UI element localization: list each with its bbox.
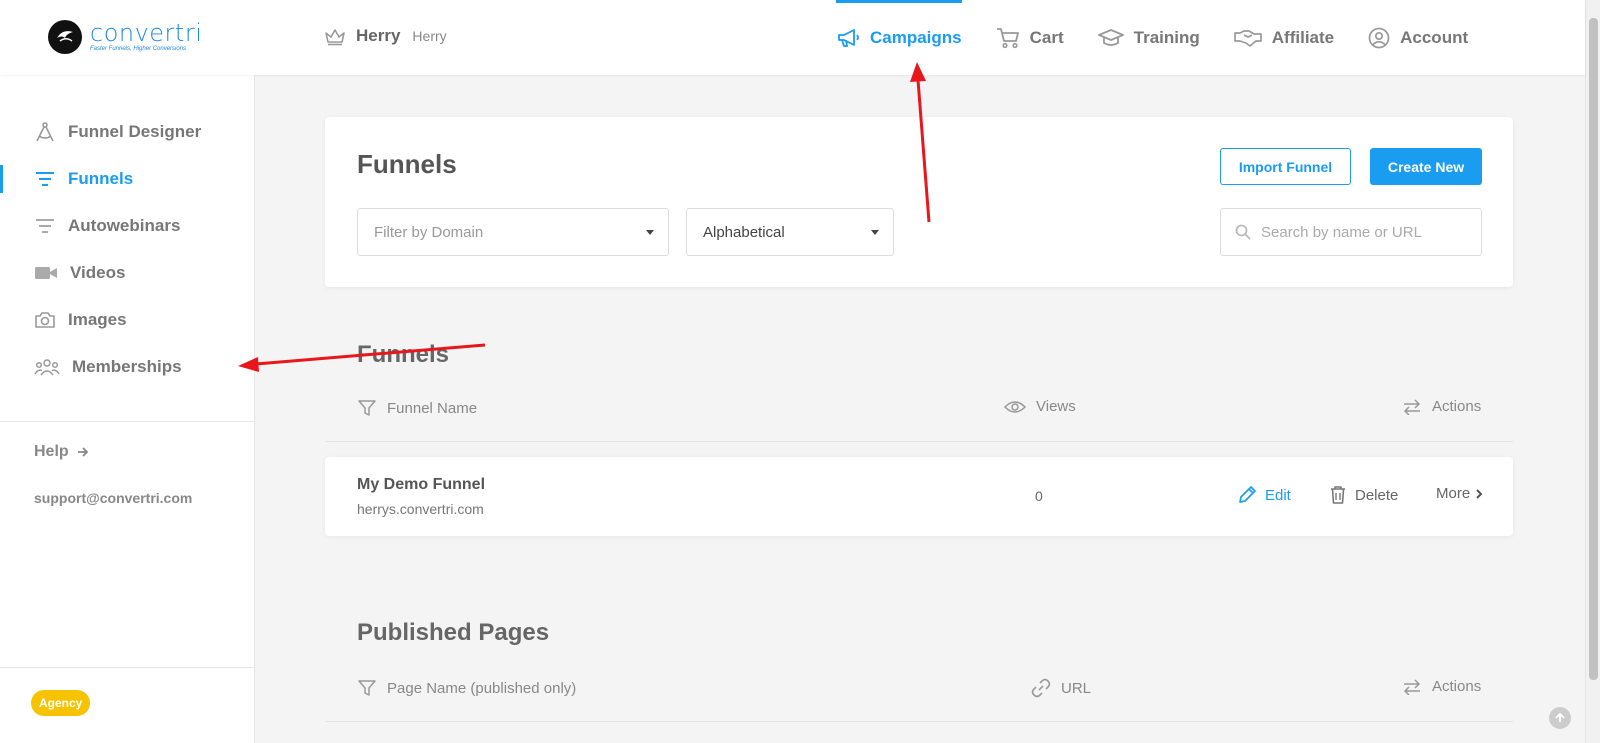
swap-arrows-icon (1403, 398, 1421, 415)
funnel-name[interactable]: My Demo Funnel (357, 476, 485, 494)
nav-training-label: Training (1133, 27, 1200, 47)
graduation-cap-icon (1097, 28, 1124, 46)
sidebar-item-videos[interactable]: Videos (0, 253, 255, 293)
sidebar-item-label: Videos (70, 263, 126, 282)
sidebar-item-funnel-designer[interactable]: Funnel Designer (0, 112, 255, 152)
nav-campaigns[interactable]: Campaigns (836, 0, 962, 75)
search-icon (1235, 224, 1251, 240)
sidebar-item-autowebinars[interactable]: Autowebinars (0, 206, 255, 246)
domain-filter-select[interactable]: Filter by Domain (357, 208, 669, 256)
user-menu[interactable]: Herry Herry (324, 26, 447, 46)
brand-logo[interactable]: convertri Faster Funnels, Higher Convers… (48, 20, 202, 54)
cart-icon (996, 27, 1019, 48)
arrow-up-icon (1555, 712, 1565, 722)
user-subtitle: Herry (412, 28, 447, 44)
nav-affiliate[interactable]: Affiliate (1233, 0, 1335, 75)
column-header-views: Views (1004, 398, 1076, 415)
nav-account[interactable]: Account (1368, 0, 1468, 75)
nav-training[interactable]: Training (1097, 0, 1200, 75)
user-circle-icon (1368, 27, 1390, 48)
caret-down-icon (871, 230, 879, 235)
table-divider (325, 721, 1513, 722)
funnels-section-title: Funnels (357, 341, 450, 368)
column-header-actions: Actions (1402, 398, 1481, 415)
funnel-views: 0 (1035, 488, 1043, 504)
user-name: Herry (356, 26, 401, 45)
create-new-button[interactable]: Create New (1370, 148, 1482, 185)
camera-icon (35, 312, 55, 328)
sidebar-divider (0, 667, 255, 668)
help-label: Help (34, 443, 69, 460)
video-camera-icon (35, 267, 57, 279)
filter-icon (358, 400, 376, 416)
agency-badge: Agency (31, 690, 91, 716)
brand-tagline: Faster Funnels, Higher Conversions (90, 46, 187, 52)
sidebar-item-images[interactable]: Images (0, 300, 255, 340)
users-icon (34, 359, 60, 376)
sidebar-divider (0, 421, 255, 422)
page-scrollbar[interactable] (1585, 0, 1600, 743)
compass-icon (36, 122, 54, 142)
sidebar-item-label: Funnel Designer (68, 122, 202, 141)
sort-value: Alphabetical (703, 223, 785, 241)
caret-down-icon (646, 230, 654, 235)
sidebar-item-label: Funnels (68, 169, 134, 188)
handshake-icon (1233, 29, 1262, 47)
sort-select[interactable]: Alphabetical (686, 208, 894, 256)
pencil-icon (1239, 486, 1256, 503)
filter-icon (358, 680, 376, 696)
nav-account-label: Account (1400, 27, 1469, 47)
sidebar-item-memberships[interactable]: Memberships (0, 347, 255, 387)
sidebar-item-label: Memberships (72, 357, 182, 376)
top-header: convertri Faster Funnels, Higher Convers… (0, 0, 1585, 75)
brand-name: convertri (90, 19, 203, 47)
nav-campaigns-label: Campaigns (870, 27, 962, 47)
more-button[interactable]: More (1436, 485, 1484, 502)
support-email[interactable]: support@convertri.com (34, 490, 192, 506)
table-row[interactable]: My Demo Funnel herrys.convertri.com 0 Ed… (325, 457, 1513, 536)
funnels-control-card: Funnels Import Funnel Create New Filter … (325, 117, 1513, 287)
table-divider (325, 441, 1513, 442)
nav-cart-label: Cart (1029, 27, 1064, 47)
search-input[interactable] (1261, 223, 1461, 241)
chevron-right-icon (1476, 488, 1483, 499)
page-title: Funnels (357, 149, 457, 179)
sidebar-item-funnels[interactable]: Funnels (0, 159, 255, 199)
sidebar-item-label: Autowebinars (68, 216, 181, 235)
filter-lines-icon (36, 172, 54, 186)
link-icon (1031, 678, 1051, 698)
column-header-url: URL (1031, 678, 1091, 698)
published-pages-title: Published Pages (357, 619, 550, 646)
nav-cart[interactable]: Cart (996, 0, 1064, 75)
nav-affiliate-label: Affiliate (1271, 27, 1335, 47)
trash-icon (1331, 486, 1345, 504)
column-header-page-name[interactable]: Page Name (published only) (357, 678, 576, 698)
column-header-funnel-name[interactable]: Funnel Name (357, 398, 477, 418)
arrow-right-icon (77, 447, 88, 457)
column-header-actions: Actions (1402, 678, 1481, 695)
swap-arrows-icon (1403, 678, 1421, 695)
eye-icon (1004, 400, 1026, 413)
crown-icon (325, 29, 345, 46)
import-funnel-button[interactable]: Import Funnel (1220, 148, 1351, 185)
help-link[interactable]: Help (34, 443, 91, 461)
domain-filter-placeholder: Filter by Domain (374, 223, 484, 241)
sidebar-item-label: Images (68, 310, 127, 329)
scrollbar-thumb[interactable] (1589, 18, 1598, 680)
edit-button[interactable]: Edit (1237, 485, 1291, 505)
scroll-to-top-button[interactable] (1549, 707, 1571, 729)
filter-lines-icon (36, 219, 54, 233)
search-field[interactable] (1220, 208, 1482, 256)
delete-button[interactable]: Delete (1329, 485, 1398, 505)
logo-mark-icon (48, 20, 82, 54)
sidebar: Funnel Designer Funnels Autowebinars Vid… (0, 75, 255, 743)
megaphone-icon (838, 28, 859, 47)
top-navigation: Campaigns Cart Training Affiliate Accoun… (836, 0, 1502, 75)
funnel-url: herrys.convertri.com (357, 501, 484, 517)
